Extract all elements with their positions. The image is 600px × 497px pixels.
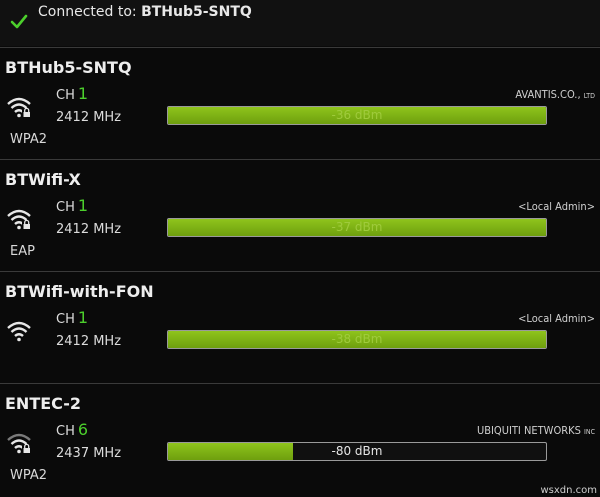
signal-bar: -36 dBm [167, 106, 547, 125]
frequency: 2412 MHz [56, 110, 122, 125]
watermark: wsxdn.com [540, 485, 597, 496]
channel: CH 1 [56, 196, 88, 215]
channel: CH 1 [56, 84, 88, 103]
signal-level: -37 dBm [331, 220, 383, 234]
wifi-locked-icon [7, 209, 31, 230]
channel: CH 6 [56, 420, 88, 439]
frequency: 2412 MHz [56, 334, 122, 349]
connection-prefix: Connected to: [38, 4, 142, 20]
vendor-name: AVANTIS.CO., LTD [515, 88, 595, 101]
wifi-open-icon [7, 321, 31, 342]
network-ssid: BTHub5-SNTQ [5, 58, 132, 77]
signal-bar: -38 dBm [167, 330, 547, 349]
connection-status: Connected to: BTHub5-SNTQ [38, 4, 252, 20]
vendor-name: UBIQUITI NETWORKS INC [477, 424, 595, 437]
network-ssid: ENTEC-2 [5, 394, 82, 413]
signal-bar: -37 dBm [167, 218, 547, 237]
channel-label: CH [56, 424, 75, 439]
security-type: WPA2 [10, 468, 48, 483]
signal-level: -38 dBm [331, 332, 383, 346]
channel-label: CH [56, 88, 75, 103]
signal-level: -80 dBm [331, 444, 383, 458]
signal-bar: -80 dBm [167, 442, 547, 461]
vendor-label: <Local Admin> [518, 200, 595, 213]
vendor-label: AVANTIS.CO., [515, 88, 581, 101]
channel-number: 1 [77, 84, 89, 103]
vendor-label: UBIQUITI NETWORKS [476, 424, 581, 437]
channel: CH 1 [56, 308, 88, 327]
channel-number: 1 [77, 308, 89, 327]
vendor-suffix: INC [584, 428, 595, 436]
channel-number: 6 [77, 420, 89, 439]
wifi-locked-icon [7, 97, 31, 118]
channel-number: 1 [77, 196, 89, 215]
connected-ssid: BTHub5-SNTQ [141, 4, 252, 20]
network-item[interactable]: BTWifi-X EAP CH 1 2412 MHz <Local Admin> … [0, 160, 600, 270]
signal-level: -36 dBm [331, 108, 383, 122]
network-item[interactable]: BTWifi-with-FON CH 1 2412 MHz <Local Admi… [0, 272, 600, 382]
security-type: WPA2 [10, 132, 48, 147]
connection-header: Connected to: BTHub5-SNTQ [0, 0, 600, 46]
vendor-name: <Local Admin> [518, 312, 595, 325]
channel-label: CH [56, 312, 75, 327]
vendor-suffix: LTD [583, 92, 595, 100]
security-type: EAP [10, 244, 35, 259]
network-ssid: BTWifi-with-FON [5, 282, 154, 301]
wifi-locked-icon [7, 433, 31, 454]
network-ssid: BTWifi-X [5, 170, 81, 189]
check-icon [10, 14, 28, 29]
frequency: 2437 MHz [56, 446, 122, 461]
vendor-label: <Local Admin> [518, 312, 595, 325]
channel-label: CH [56, 200, 75, 215]
frequency: 2412 MHz [56, 222, 122, 237]
vendor-name: <Local Admin> [518, 200, 595, 213]
network-item[interactable]: ENTEC-2 WPA2 CH 6 2437 MHz UBIQUITI NETWO… [0, 384, 600, 494]
network-item[interactable]: BTHub5-SNTQ WPA2 CH 1 2412 MHz AVANTIS.CO… [0, 48, 600, 158]
